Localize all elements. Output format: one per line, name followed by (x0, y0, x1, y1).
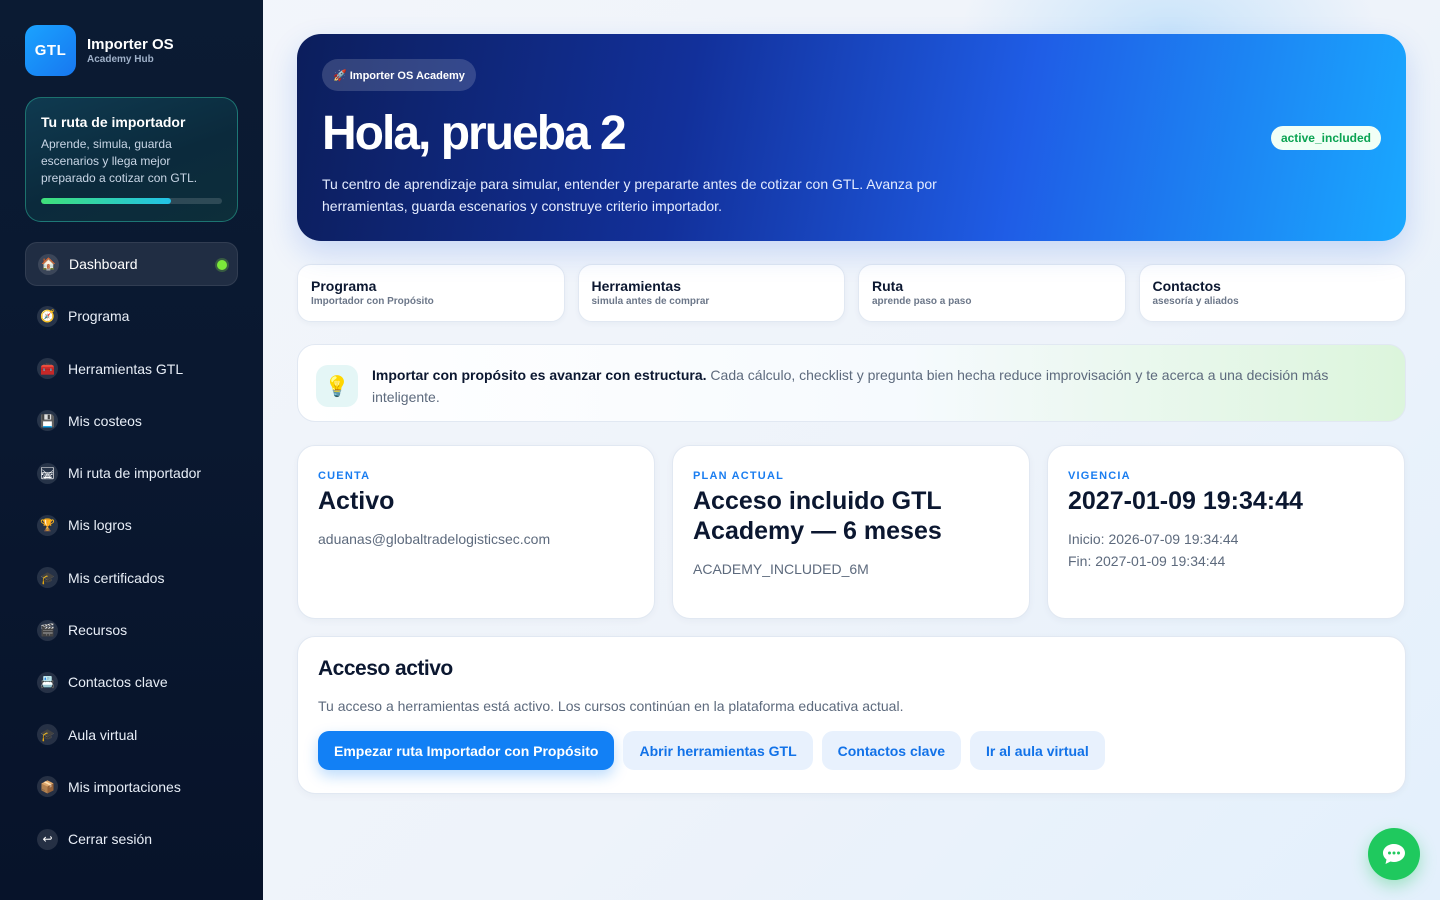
stat-value: Activo (318, 487, 395, 515)
sidebar-item-mis-costeos[interactable]: 💾 Mis costeos (25, 399, 238, 443)
sidebar-item-label: Contactos clave (68, 674, 168, 691)
quick-link-title: Contactos (1152, 278, 1221, 294)
stat-card-plan-actual: PLAN ACTUAL Acceso incluido GTL Academy —… (672, 445, 1030, 619)
toolbox-icon: 🧰 (37, 358, 58, 380)
brand-title: Importer OS (87, 35, 174, 53)
chat-bubble-icon (1383, 844, 1405, 864)
tip-text: Importar con propósito es avanzar con es… (372, 364, 1387, 408)
brand[interactable]: GTL Importer OS Academy Hub (25, 25, 238, 76)
sidebar-nav: 🏠 Dashboard 🧭 Programa 🧰 Herramientas GTL 💾 Mis… (25, 242, 238, 861)
access-title: Acceso activo (318, 657, 453, 680)
stat-detail: ACADEMY_INCLUDED_6M (693, 561, 869, 577)
sidebar-item-dashboard[interactable]: 🏠 Dashboard (25, 242, 238, 286)
logout-arrow-icon: ↩ (37, 828, 58, 850)
sidebar-item-label: Mis certificados (68, 569, 165, 586)
sidebar-item-mis-certificados[interactable]: 🎓 Mis certificados (25, 556, 238, 600)
sidebar-item-label: Programa (68, 308, 130, 325)
stat-value: Acceso incluido GTL Academy — 6 meses (693, 487, 942, 545)
route-title: Tu ruta de importador (41, 114, 186, 130)
hero-text: Tu centro de aprendizaje para simular, e… (322, 176, 937, 214)
clapperboard-icon: 🎬 (37, 619, 58, 641)
brand-logo: GTL (25, 25, 76, 76)
route-progress-fill (41, 198, 172, 204)
main-content: 🚀 Importer OS Academy Hola, prueba 2 Tu … (297, 34, 1406, 794)
quick-link-subtitle: simula antes de comprar (591, 296, 710, 307)
stat-detail: Fin: 2027-01-09 19:34:44 (1068, 553, 1226, 569)
quick-link-herramientas[interactable]: Herramientas simula antes de comprar (577, 264, 845, 322)
brand-subtitle: Academy Hub (87, 53, 154, 65)
quick-link-ruta[interactable]: Ruta aprende paso a paso (858, 264, 1126, 322)
quick-link-title: Ruta (872, 278, 904, 294)
sidebar-item-aula-virtual[interactable]: 🎓 Aula virtual (25, 713, 238, 757)
quick-link-subtitle: aprende paso a paso (872, 296, 972, 307)
tip-bold: Importar con propósito es avanzar con es… (372, 367, 707, 383)
hero-title: Hola, prueba 2 (322, 107, 627, 160)
quick-link-subtitle: asesoría y aliados (1152, 296, 1239, 307)
sidebar-item-label: Cerrar sesión (68, 831, 153, 848)
stat-detail: Inicio: 2026-07-09 19:34:44 (1068, 531, 1239, 547)
stat-card-cuenta: CUENTA Activo aduanas@globaltradelogistics… (297, 445, 655, 619)
route-icon: 🛤 (37, 462, 58, 484)
hero-banner: 🚀 Importer OS Academy Hola, prueba 2 Tu … (297, 34, 1406, 241)
quick-links: Programa Importador con Propósito Herramie… (297, 264, 1406, 322)
package-icon: 📦 (37, 776, 58, 798)
stat-detail: aduanas@globaltradelogisticsec.com (318, 531, 551, 547)
stat-card-vigencia: VIGENCIA 2027-01-09 19:34:44 Inicio: 2026-… (1047, 445, 1405, 619)
stat-kicker: CUENTA (318, 470, 371, 482)
lightbulb-icon: 💡 (316, 365, 358, 407)
sidebar-item-label: Recursos (68, 622, 128, 639)
chat-button[interactable] (1368, 828, 1420, 880)
access-actions: Empezar ruta Importador con Propósito Ab… (318, 731, 1385, 770)
sidebar-item-label: Mi ruta de importador (68, 465, 202, 482)
quick-link-programa[interactable]: Programa Importador con Propósito (297, 264, 565, 322)
compass-icon: 🧭 (37, 305, 58, 327)
route-progress-bar (41, 198, 222, 204)
virtual-classroom-button[interactable]: Ir al aula virtual (970, 731, 1105, 770)
route-text: Aprende, simula, guarda escenarios y lle… (41, 137, 198, 185)
sidebar-item-label: Mis logros (68, 517, 132, 534)
open-tools-button[interactable]: Abrir herramientas GTL (623, 731, 813, 770)
sidebar-item-mis-importaciones[interactable]: 📦 Mis importaciones (25, 765, 238, 809)
quick-link-contactos[interactable]: Contactos asesoría y aliados (1138, 264, 1406, 322)
quick-link-title: Herramientas (591, 278, 682, 294)
status-badge: active_included (1270, 126, 1381, 150)
sidebar-item-herramientas-gtl[interactable]: 🧰 Herramientas GTL (25, 347, 238, 391)
sidebar-item-label: Mis importaciones (68, 778, 181, 795)
sidebar: GTL Importer OS Academy Hub Tu ruta de i… (0, 0, 263, 900)
quick-link-title: Programa (311, 278, 377, 294)
key-contacts-button[interactable]: Contactos clave (821, 731, 962, 770)
house-icon: 🏠 (38, 253, 59, 275)
hero-badge: 🚀 Importer OS Academy (322, 59, 476, 91)
access-card: Acceso activo Tu acceso a herramientas e… (297, 636, 1406, 794)
route-card: Tu ruta de importador Aprende, simula, g… (25, 97, 238, 222)
access-text: Tu acceso a herramientas está activo. Lo… (318, 698, 904, 714)
stat-kicker: VIGENCIA (1068, 470, 1131, 482)
graduation-cap-icon: 🎓 (37, 567, 58, 589)
tip-banner: 💡 Importar con propósito es avanzar con … (297, 344, 1406, 422)
sidebar-item-label: Mis costeos (68, 412, 142, 429)
stat-value: 2027-01-09 19:34:44 (1068, 487, 1303, 515)
start-route-button[interactable]: Empezar ruta Importador con Propósito (318, 731, 615, 770)
trophy-icon: 🏆 (37, 514, 58, 536)
stats-cards: CUENTA Activo aduanas@globaltradelogistics… (297, 445, 1406, 619)
sidebar-item-recursos[interactable]: 🎬 Recursos (25, 608, 238, 652)
sidebar-item-label: Aula virtual (68, 726, 138, 743)
sidebar-item-mis-logros[interactable]: 🏆 Mis logros (25, 503, 238, 547)
active-indicator (217, 260, 227, 270)
quick-link-subtitle: Importador con Propósito (311, 296, 434, 307)
sidebar-item-mi-ruta-de-importador[interactable]: 🛤 Mi ruta de importador (25, 451, 238, 495)
sidebar-item-label: Dashboard (69, 256, 138, 272)
stat-kicker: PLAN ACTUAL (693, 470, 785, 482)
floppy-disk-icon: 💾 (37, 410, 58, 432)
sidebar-item-contactos-clave[interactable]: 📇 Contactos clave (25, 660, 238, 704)
sidebar-item-cerrar-sesión[interactable]: ↩ Cerrar sesión (25, 817, 238, 861)
sidebar-item-programa[interactable]: 🧭 Programa (25, 294, 238, 338)
sidebar-item-label: Herramientas GTL (68, 360, 184, 377)
graduation-cap-icon: 🎓 (37, 724, 58, 746)
card-index-icon: 📇 (37, 671, 58, 693)
